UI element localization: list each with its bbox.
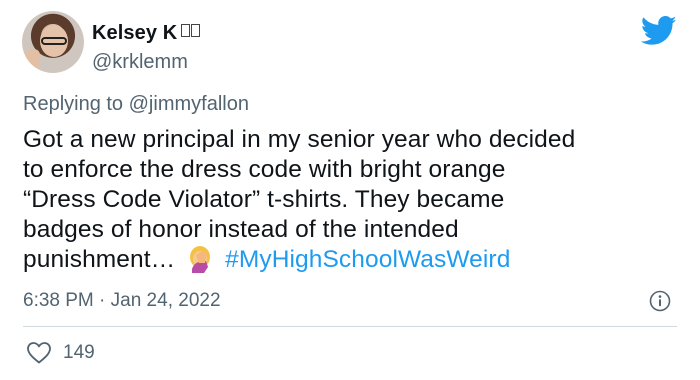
reply-handle-link[interactable]: @jimmyfallon xyxy=(129,93,249,115)
tweet-line: “Dress Code Violator” t-shirts. They bec… xyxy=(23,186,505,213)
tweet-line: Got a new principal in my senior year wh… xyxy=(23,126,576,153)
divider xyxy=(23,326,677,327)
avatar[interactable] xyxy=(22,11,84,73)
tweet-line: punishment… xyxy=(23,246,176,273)
reply-context: Replying to @jimmyfallon xyxy=(23,93,249,116)
author-name-text: Kelsey K xyxy=(92,22,178,44)
author-name[interactable]: Kelsey K xyxy=(92,22,201,45)
tweet-line: to enforce the dress code with bright or… xyxy=(23,156,506,183)
tweet-line-last: punishment… #MyHighSchoolWasWeird xyxy=(23,245,683,275)
hashtag-link[interactable]: #MyHighSchoolWasWeird xyxy=(225,246,510,273)
reply-prefix: Replying to xyxy=(23,93,124,115)
name-symbol-icons xyxy=(181,24,201,40)
tweet-text: Got a new principal in my senior year wh… xyxy=(23,125,683,275)
tweet-line: badges of honor instead of the intended xyxy=(23,216,459,243)
tweet-timestamp[interactable]: 6:38 PM · Jan 24, 2022 xyxy=(23,290,221,312)
facepalm-emoji-icon xyxy=(190,246,211,273)
avatar-hand xyxy=(26,49,40,69)
twitter-bird-icon[interactable] xyxy=(641,16,677,46)
info-icon[interactable] xyxy=(649,290,671,312)
author-handle[interactable]: @krklemm xyxy=(92,51,188,74)
avatar-glasses xyxy=(41,37,67,45)
heart-icon[interactable] xyxy=(26,341,52,365)
like-count: 149 xyxy=(63,342,95,363)
